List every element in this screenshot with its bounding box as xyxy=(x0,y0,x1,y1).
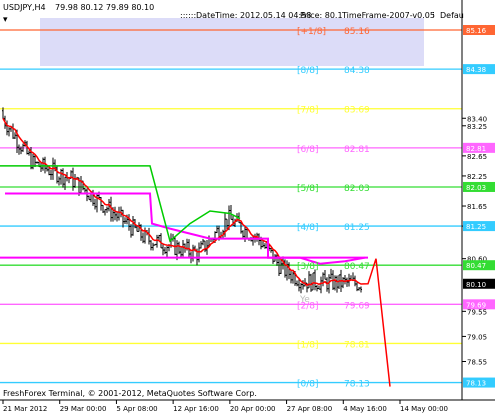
murrey-level-value: 85.16 xyxy=(344,27,370,37)
price-badge-label: 85.16 xyxy=(466,27,487,35)
info-panel-background xyxy=(40,18,424,66)
murrey-level-value: 81.25 xyxy=(344,223,370,233)
murrey-level-value: 79.69 xyxy=(344,301,370,311)
time-tick-label: 21 Mar 2012 xyxy=(3,405,47,413)
info-price: Price: 80.1 xyxy=(300,11,343,20)
price-badge-label: 82.03 xyxy=(466,184,486,192)
murrey-level-label: [6/8] xyxy=(297,145,319,155)
murrey-level-value: 80.47 xyxy=(344,262,370,272)
arrow-down-icon: ▾ xyxy=(3,15,8,25)
murrey-level-value: 82.81 xyxy=(344,145,370,155)
murrey-level-label: [8/8] xyxy=(297,66,319,76)
info-timeframe: TimeFrame-2007-v0.05 xyxy=(341,11,435,20)
murrey-level-label: [3/8] xyxy=(297,262,319,272)
murrey-level-label: [1/8] xyxy=(297,340,319,350)
time-tick-label: 29 Mar 00:00 xyxy=(60,405,107,413)
murrey-level-value: 78.13 xyxy=(344,380,370,390)
info-icon: ⁝ xyxy=(432,11,435,21)
price-tick-label: 82.65 xyxy=(467,153,487,161)
time-tick-label: 4 May 16:00 xyxy=(343,405,387,413)
price-tick-label: 81.65 xyxy=(467,203,487,211)
extra-level-label: Ye xyxy=(299,295,310,305)
price-badge-label: 78.13 xyxy=(466,380,486,388)
price-badge-label: 81.25 xyxy=(466,223,486,231)
copyright-notice: FreshForex Terminal, © 2001-2012, MetaQu… xyxy=(3,389,257,398)
info-datetime: DateTime: 2012.05.14 04:58 xyxy=(196,11,311,20)
price-badge-label: 80.47 xyxy=(466,262,486,270)
time-tick-label: 14 May 00:00 xyxy=(400,405,448,413)
info-defaults: Defau xyxy=(440,11,464,20)
murrey-level-value: 78.81 xyxy=(344,340,370,350)
murrey-level-label: [7/8] xyxy=(297,106,319,116)
symbol-title: USDJPY,H4 xyxy=(3,3,46,12)
time-tick-label: 27 Apr 08:00 xyxy=(287,405,333,413)
time-tick-label: 5 Apr 08:00 xyxy=(116,405,157,413)
price-tick-label: 78.55 xyxy=(467,358,487,366)
price-tick-label: 79.55 xyxy=(467,308,487,316)
price-tick-label: 79.05 xyxy=(467,333,487,341)
chart-window[interactable]: [+1/8] 85.16 [8/8] 84.38 [7/8] 83.69 [6/8] 82.8… xyxy=(0,0,495,416)
price-badge-label: 82.81 xyxy=(466,145,486,153)
time-tick-label: 12 Apr 16:00 xyxy=(173,405,219,413)
price-badge-label: 79.69 xyxy=(466,301,486,309)
murrey-level-value: 82.03 xyxy=(344,184,370,194)
murrey-level-label: [0/8] xyxy=(297,380,319,390)
time-tick-label: 20 Apr 00:00 xyxy=(230,405,276,413)
price-tick-label: 82.25 xyxy=(467,173,487,181)
ohlc-values: 79.98 80.12 79.89 80.10 xyxy=(55,3,154,12)
murrey-level-label: [+1/8] xyxy=(297,27,326,37)
price-badge-label: 80.10 xyxy=(466,281,486,289)
info-prefix: :::::: xyxy=(180,11,196,20)
murrey-level-label: [4/8] xyxy=(297,223,319,233)
murrey-level-label: [5/8] xyxy=(297,184,319,194)
murrey-level-value: 83.69 xyxy=(344,106,370,116)
murrey-level-value: 84.38 xyxy=(344,66,370,76)
price-tick-label: 83.25 xyxy=(467,123,487,131)
price-badge-label: 84.38 xyxy=(466,66,486,74)
